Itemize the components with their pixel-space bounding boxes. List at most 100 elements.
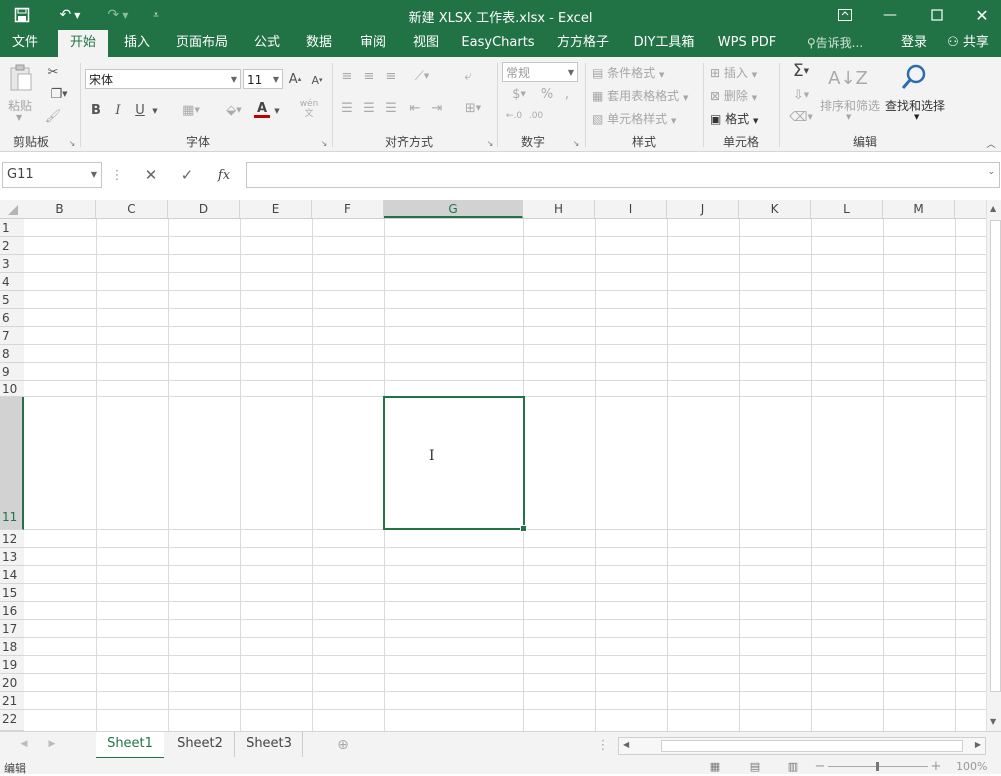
zoom-slider[interactable] <box>828 762 928 771</box>
scroll-thumb[interactable] <box>661 740 963 752</box>
scroll-thumb[interactable] <box>990 220 1001 692</box>
scroll-down-icon[interactable]: ▼ <box>990 717 996 726</box>
increase-font-icon[interactable]: A ▴ <box>286 69 304 89</box>
row-header[interactable]: 9 <box>0 363 24 381</box>
prev-sheet-icon[interactable]: ◀ <box>18 737 30 751</box>
row-header[interactable]: 5 <box>0 291 24 309</box>
tab-insert[interactable]: 插入 <box>114 30 160 57</box>
cut-icon[interactable]: ✂ <box>44 63 62 81</box>
column-header[interactable]: D <box>168 200 240 218</box>
column-header[interactable]: J <box>667 200 739 218</box>
conditional-format-button[interactable]: ▤ 条件格式 ▼ <box>592 64 664 81</box>
find-select-button[interactable]: 查找和选择 <box>885 97 945 114</box>
column-header[interactable]: K <box>739 200 811 218</box>
wrap-text-icon[interactable]: ⤶ <box>458 67 478 85</box>
collapse-ribbon-icon[interactable]: ︿ <box>984 137 998 150</box>
fill-handle[interactable] <box>520 525 527 532</box>
enter-icon[interactable]: ✓ <box>176 166 198 184</box>
zoom-level[interactable]: 100% <box>956 760 987 773</box>
row-header[interactable]: 15 <box>0 584 24 602</box>
column-header[interactable]: H <box>523 200 595 218</box>
delete-cells-button[interactable]: ⊠ 删除 ▼ <box>710 87 757 104</box>
login-link[interactable]: 登录 <box>896 30 932 57</box>
share-button[interactable]: ⚇ 共享 <box>938 30 998 57</box>
sort-filter-icon[interactable]: A↓Z <box>828 63 868 93</box>
insert-function-button[interactable]: fx <box>212 166 236 184</box>
row-header[interactable]: 6 <box>0 309 24 327</box>
row-header[interactable]: 13 <box>0 548 24 566</box>
row-header[interactable]: 21 <box>0 692 24 710</box>
row-header[interactable]: 20 <box>0 674 24 692</box>
scroll-right-icon[interactable]: ▶ <box>975 740 981 749</box>
orientation-icon[interactable]: ⟋ ▼ <box>408 67 436 85</box>
next-sheet-icon[interactable]: ▶ <box>46 737 58 751</box>
column-header-selected[interactable]: G <box>384 200 523 218</box>
formula-input[interactable]: ⌄ <box>246 162 1000 188</box>
row-header[interactable]: 8 <box>0 345 24 363</box>
column-header[interactable]: M <box>883 200 955 218</box>
tab-home[interactable]: 开始 <box>58 30 108 57</box>
add-sheet-button[interactable]: ⊕ <box>334 736 352 754</box>
tab-fangfanggezi[interactable]: 方方格子 <box>550 30 616 57</box>
row-header[interactable]: 16 <box>0 602 24 620</box>
row-header[interactable]: 1 <box>0 219 24 237</box>
clear-icon[interactable]: ⌫ ▼ <box>786 107 816 127</box>
name-box[interactable]: G11 ▼ <box>2 162 102 188</box>
ribbon-display-options-icon[interactable] <box>825 0 865 30</box>
close-button[interactable]: ✕ <box>962 0 1001 30</box>
row-header[interactable]: 2 <box>0 237 24 255</box>
number-launcher-icon[interactable]: ↘ <box>570 137 582 149</box>
tab-view[interactable]: 视图 <box>405 30 447 57</box>
decrease-font-icon[interactable]: A ▾ <box>308 71 326 89</box>
row-header[interactable]: 7 <box>0 327 24 345</box>
font-color-icon[interactable]: A <box>252 99 272 121</box>
zoom-out-icon[interactable]: − <box>814 759 826 774</box>
align-top-icon[interactable]: ≡ <box>338 67 356 85</box>
tab-formulas[interactable]: 公式 <box>246 30 288 57</box>
expand-formula-icon[interactable]: ⌄ <box>987 167 995 177</box>
sheet-tab-sheet3[interactable]: Sheet3 <box>236 732 303 757</box>
cell-grid[interactable]: I <box>24 219 986 731</box>
sheet-tab-sheet1[interactable]: Sheet1 <box>96 732 164 759</box>
insert-cells-button[interactable]: ⊞ 插入 ▼ <box>710 64 757 81</box>
font-size-select[interactable]: 11 ▼ <box>243 69 283 89</box>
column-header[interactable]: F <box>312 200 384 218</box>
horizontal-scrollbar[interactable]: ◀ ▶ <box>618 737 986 755</box>
row-header[interactable]: 12 <box>0 530 24 548</box>
paste-dropdown-icon[interactable]: ▼ <box>16 113 22 122</box>
alignment-launcher-icon[interactable]: ↘ <box>484 137 496 149</box>
page-layout-view-icon[interactable]: ▤ <box>746 759 764 773</box>
cell-styles-button[interactable]: ▧ 单元格样式 ▼ <box>592 110 676 127</box>
page-break-view-icon[interactable]: ▥ <box>784 759 802 773</box>
font-color-dropdown-icon[interactable]: ▼ <box>272 103 282 119</box>
sort-filter-button[interactable]: 排序和筛选 <box>820 97 880 114</box>
row-header[interactable]: 3 <box>0 255 24 273</box>
tab-page-layout[interactable]: 页面布局 <box>170 30 234 57</box>
underline-dropdown-icon[interactable]: ▼ <box>150 103 160 119</box>
sort-dropdown-icon[interactable]: ▼ <box>846 113 851 121</box>
merge-center-icon[interactable]: ⊞ ▼ <box>458 99 488 117</box>
underline-button[interactable]: U <box>132 101 148 119</box>
align-bottom-icon[interactable]: ≡ <box>382 67 400 85</box>
row-header[interactable]: 18 <box>0 638 24 656</box>
tab-file[interactable]: 文件 <box>0 30 50 57</box>
row-header-selected[interactable]: 11 <box>0 397 24 530</box>
row-header[interactable]: 17 <box>0 620 24 638</box>
column-header[interactable]: B <box>24 200 96 218</box>
column-header[interactable]: L <box>811 200 883 218</box>
comma-button[interactable]: , <box>560 85 574 103</box>
font-launcher-icon[interactable]: ↘ <box>318 137 330 149</box>
decrease-indent-icon[interactable]: ⇤ <box>406 99 424 117</box>
column-header[interactable]: C <box>96 200 168 218</box>
align-center-icon[interactable]: ☰ <box>360 99 378 117</box>
copy-icon[interactable]: ❐ ▼ <box>44 85 74 103</box>
select-all-button[interactable] <box>6 204 20 216</box>
accounting-format-icon[interactable]: $ ▼ <box>504 85 534 103</box>
minimize-button[interactable]: — <box>870 0 910 30</box>
vertical-scrollbar[interactable]: ▲ ▼ <box>986 200 1001 731</box>
borders-icon[interactable]: ▦ ▼ <box>174 101 208 119</box>
row-header[interactable]: 14 <box>0 566 24 584</box>
format-painter-icon[interactable]: 🖌 <box>44 107 62 125</box>
align-middle-icon[interactable]: ≡ <box>360 67 378 85</box>
find-dropdown-icon[interactable]: ▼ <box>914 113 919 121</box>
